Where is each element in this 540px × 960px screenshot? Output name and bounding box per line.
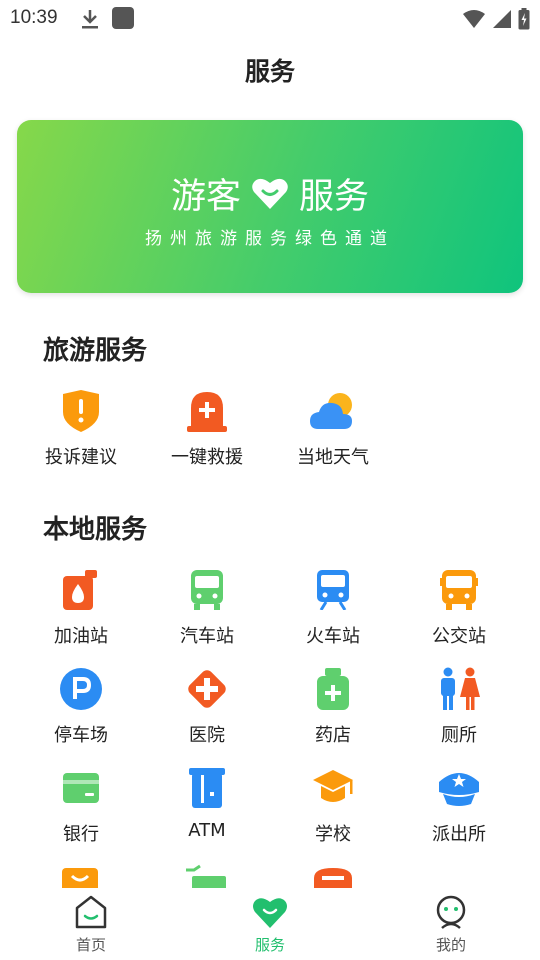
- police-icon: [436, 765, 482, 811]
- section-title-tourism: 旅游服务: [43, 336, 148, 366]
- home-icon: [75, 895, 107, 929]
- service-banner[interactable]: 游客 服务 扬州旅游服务绿色通道: [17, 120, 523, 293]
- tab-label: 我的: [435, 936, 466, 954]
- service-item-weather[interactable]: 当地天气: [278, 388, 388, 478]
- gas-station-icon: [58, 567, 104, 613]
- train-station-icon: [310, 567, 356, 613]
- bank-card-icon: [58, 765, 104, 811]
- page-title: 服务: [244, 57, 295, 86]
- service-item-label: 银行: [63, 824, 99, 845]
- hospital-icon: [184, 666, 230, 712]
- profile-icon: [436, 895, 466, 929]
- bus-station-icon: [184, 567, 230, 613]
- service-item-gas-station[interactable]: 加油站: [26, 567, 136, 657]
- banner-headline-left: 游客: [170, 177, 241, 217]
- service-item-complaint[interactable]: 投诉建议: [26, 388, 136, 478]
- service-item-label: 派出所: [432, 824, 486, 845]
- service-item-train-station[interactable]: 火车站: [278, 567, 388, 657]
- service-item-label: 医院: [189, 725, 225, 746]
- service-item-bus-stop[interactable]: 公交站: [404, 567, 514, 657]
- service-item-label: 学校: [315, 824, 351, 845]
- service-item-label: 停车场: [54, 725, 108, 746]
- rescue-siren-icon: [184, 388, 230, 434]
- service-item-parking[interactable]: 停车场: [26, 666, 136, 756]
- service-item-pharmacy[interactable]: 药店: [278, 666, 388, 756]
- service-item-label: 公交站: [432, 626, 486, 647]
- status-time: 10:39: [10, 7, 58, 28]
- heart-smile-icon: [252, 178, 288, 209]
- tab-home[interactable]: 首页: [36, 894, 146, 955]
- service-item-label: 厕所: [441, 725, 477, 746]
- status-bar: 10:39: [0, 0, 540, 38]
- service-item-label: 当地天气: [297, 447, 369, 468]
- service-item-hospital[interactable]: 医院: [152, 666, 262, 756]
- service-item-label: 火车站: [306, 626, 360, 647]
- tab-label: 服务: [254, 936, 285, 954]
- shopping-icon: [62, 868, 98, 890]
- basket-icon: [186, 864, 226, 890]
- service-item-police[interactable]: 派出所: [404, 765, 514, 855]
- service-item-label: 一键救援: [171, 447, 243, 468]
- banner-headline-right: 服务: [299, 177, 370, 217]
- service-item-label: 投诉建议: [45, 447, 117, 468]
- banner-headline: 游客 服务: [17, 168, 523, 219]
- download-icon: [82, 10, 98, 29]
- tab-service[interactable]: 服务: [215, 894, 325, 955]
- service-item-label: 汽车站: [180, 626, 234, 647]
- parking-icon: [58, 666, 104, 712]
- banner-subtitle: 扬州旅游服务绿色通道: [145, 229, 395, 249]
- school-cap-icon: [310, 765, 356, 811]
- service-item-toilet[interactable]: 厕所: [404, 666, 514, 756]
- service-heart-icon: [253, 898, 287, 928]
- status-indicators: [462, 7, 530, 31]
- service-item-label: 药店: [315, 725, 351, 746]
- service-item-rescue[interactable]: 一键救援: [152, 388, 262, 478]
- bottom-tab-bar: 首页 服务 我的: [0, 888, 540, 960]
- restaurant-icon: [314, 868, 352, 890]
- partial-row: [0, 862, 540, 890]
- tab-label: 首页: [75, 936, 106, 954]
- toilet-icon: [436, 666, 482, 712]
- service-item-school[interactable]: 学校: [278, 765, 388, 855]
- service-item-bus-station[interactable]: 汽车站: [152, 567, 262, 657]
- wifi-icon: [463, 10, 485, 28]
- pharmacy-icon: [310, 666, 356, 712]
- complaint-shield-icon: [58, 388, 104, 434]
- service-item-bank[interactable]: 银行: [26, 765, 136, 855]
- notification-icon: [112, 7, 134, 29]
- tab-profile[interactable]: 我的: [396, 894, 506, 955]
- service-item-atm[interactable]: ATM: [152, 765, 262, 855]
- service-item-label: ATM: [188, 820, 226, 841]
- atm-icon: [184, 765, 230, 811]
- section-title-local: 本地服务: [43, 515, 148, 545]
- service-item-label: 加油站: [54, 626, 108, 647]
- bus-stop-icon: [436, 567, 482, 613]
- weather-cloud-sun-icon: [310, 388, 356, 434]
- battery-icon: [518, 8, 530, 30]
- signal-icon: [493, 10, 511, 28]
